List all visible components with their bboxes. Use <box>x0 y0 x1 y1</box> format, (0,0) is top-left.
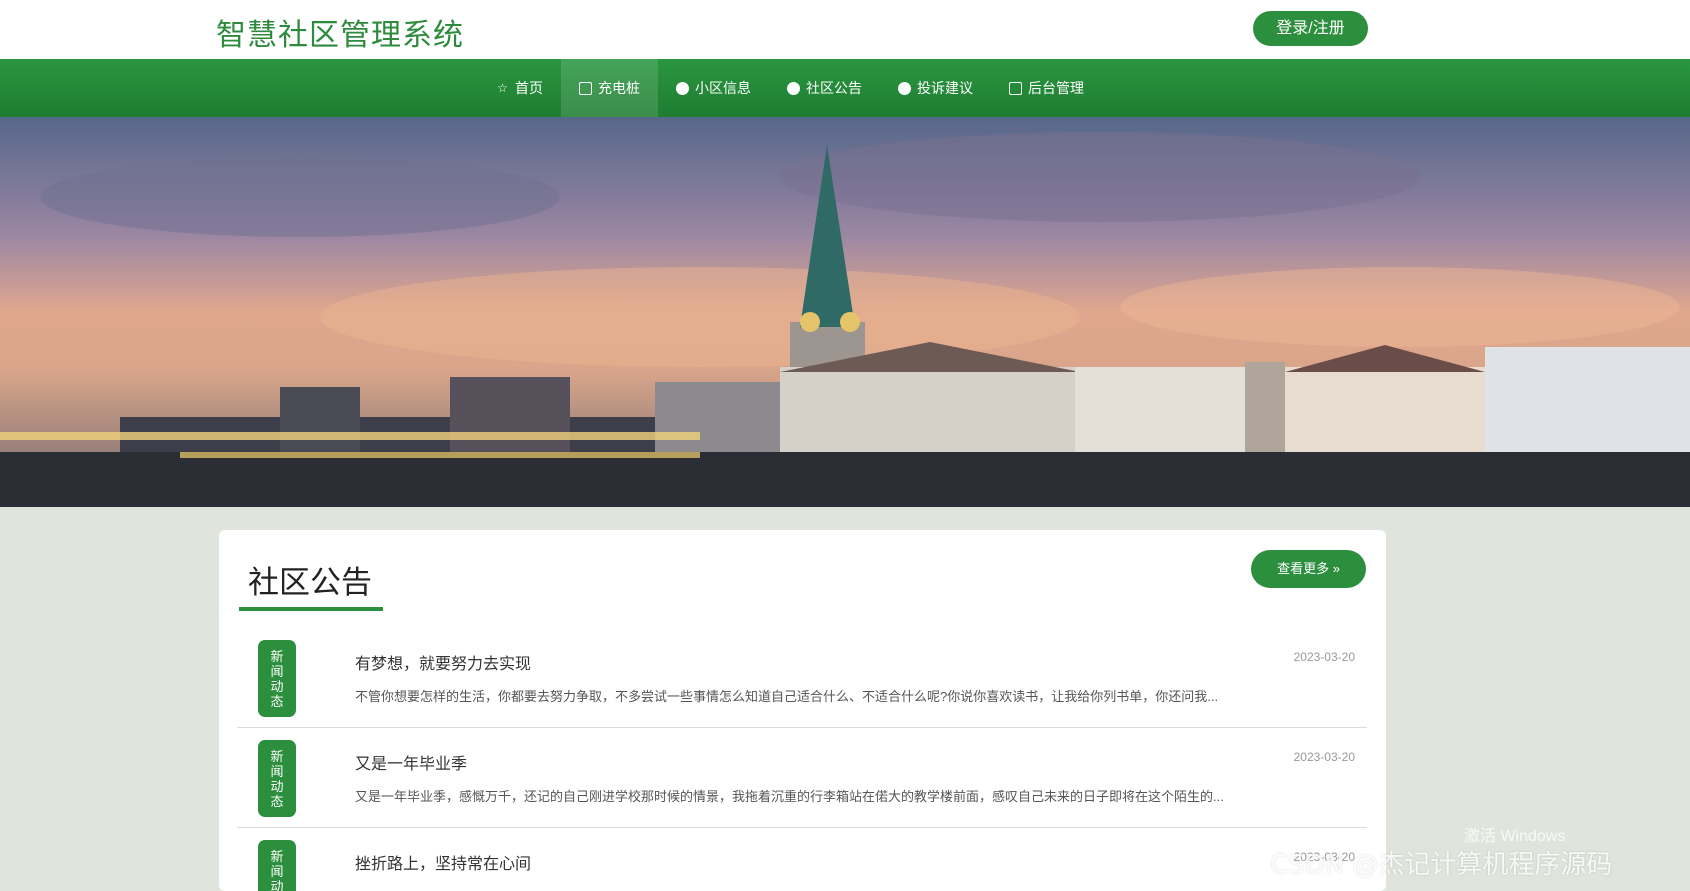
nav-item-admin[interactable]: 后台管理 <box>991 59 1102 117</box>
news-category-badge: 新 闻 动 态 <box>258 740 296 817</box>
news-date: 2023-03-20 <box>1293 750 1355 764</box>
nav-item-announcements[interactable]: 社区公告 <box>769 59 880 117</box>
nav-item-label: 小区信息 <box>695 80 751 96</box>
nav-item-community-info[interactable]: 小区信息 <box>658 59 769 117</box>
news-category-badge: 新 闻 动 态 <box>258 840 296 891</box>
dot-icon <box>676 81 689 95</box>
section-title: 社区公告 <box>248 565 372 601</box>
csdn-watermark: CSDN @杰记计算机程序源码 <box>1270 850 1613 880</box>
news-title[interactable]: 有梦想，就要努力去实现 <box>355 650 531 674</box>
list-item[interactable]: 新 闻 动 态 又是一年毕业季 2023-03-20 又是一年毕业季，感慨万千，… <box>237 728 1367 828</box>
top-header: 智慧社区管理系统 登录/注册 <box>0 0 1690 59</box>
announcement-panel: 社区公告 查看更多 » 新 闻 动 态 有梦想，就要努力去实现 2023-03-… <box>219 530 1386 891</box>
news-date: 2023-03-20 <box>1293 650 1355 664</box>
news-category-badge: 新 闻 动 态 <box>258 640 296 717</box>
login-register-button[interactable]: 登录/注册 <box>1253 11 1368 46</box>
list-item[interactable]: 新 闻 动 态 挫折路上，坚持常在心间 2023-03-20 <box>237 828 1367 891</box>
nav-item-label: 投诉建议 <box>917 80 973 96</box>
news-summary: 又是一年毕业季，感慨万千，还记的自己刚进学校那时候的情景，我拖着沉重的行李箱站在… <box>355 789 1224 804</box>
nav-item-label: 社区公告 <box>806 80 862 96</box>
city-skyline-illustration <box>0 117 1690 507</box>
bag-icon <box>579 81 592 95</box>
nav-item-label: 首页 <box>515 80 543 96</box>
nav-item-complaints[interactable]: 投诉建议 <box>880 59 991 117</box>
site-title: 智慧社区管理系统 <box>216 18 464 53</box>
hero-banner-image <box>0 117 1690 507</box>
info-icon <box>898 81 911 95</box>
main-nav: ☆ 首页 充电桩 小区信息 社区公告 投诉建议 后台管理 <box>0 59 1690 117</box>
dot-icon <box>787 81 800 95</box>
nav-item-label: 后台管理 <box>1028 80 1084 96</box>
nav-item-label: 充电桩 <box>598 80 640 96</box>
news-summary: 不管你想要怎样的生活，你都要去努力争取，不多尝试一些事情怎么知道自己适合什么、不… <box>355 689 1219 704</box>
news-title[interactable]: 挫折路上，坚持常在心间 <box>355 850 531 874</box>
title-underline <box>239 607 383 611</box>
view-more-button[interactable]: 查看更多 » <box>1251 550 1366 588</box>
nav-item-home[interactable]: ☆ 首页 <box>478 59 561 117</box>
list-item[interactable]: 新 闻 动 态 有梦想，就要努力去实现 2023-03-20 不管你想要怎样的生… <box>237 628 1367 728</box>
clipboard-icon <box>1009 81 1022 95</box>
news-title[interactable]: 又是一年毕业季 <box>355 750 467 774</box>
star-icon: ☆ <box>497 80 508 95</box>
nav-item-charging-pile[interactable]: 充电桩 <box>561 59 658 117</box>
windows-activation-watermark: 激活 Windows <box>1464 828 1566 845</box>
